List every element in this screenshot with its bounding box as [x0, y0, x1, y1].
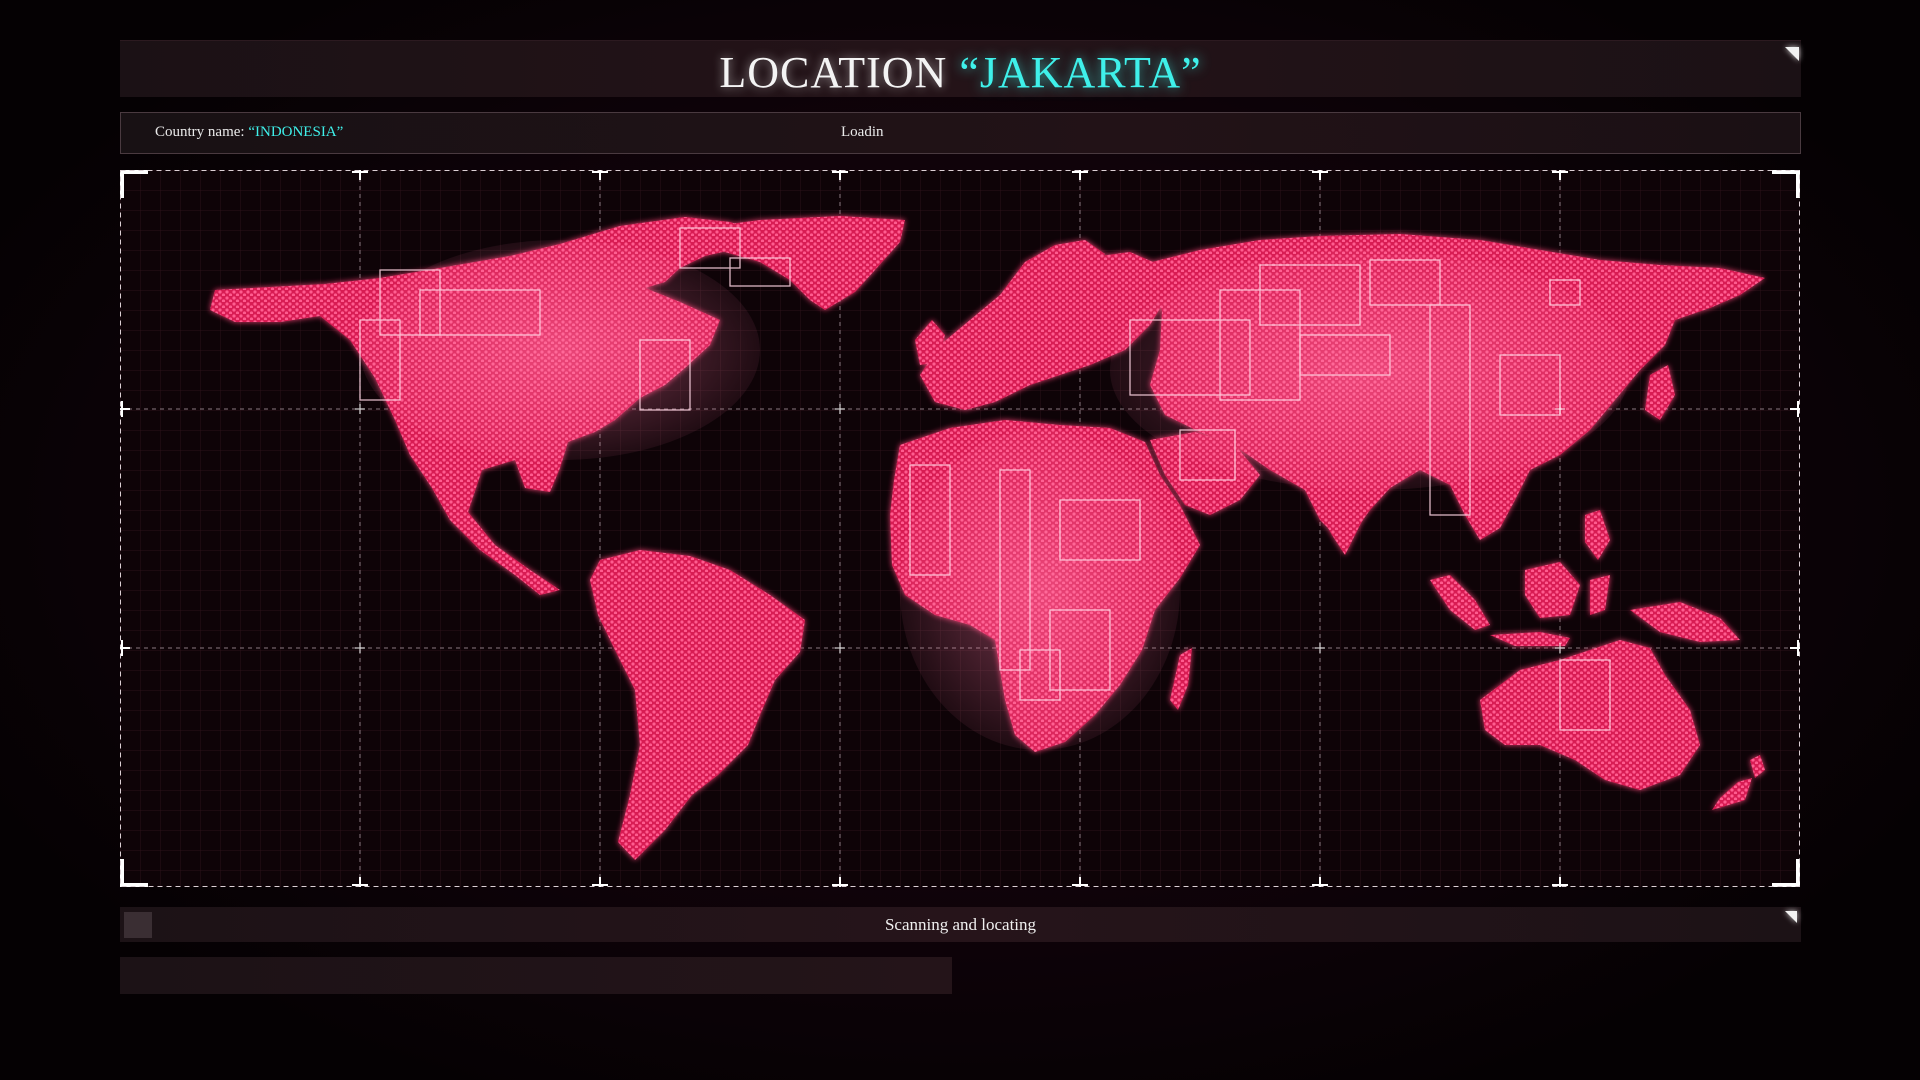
- status-text: Scanning and locating: [884, 915, 1037, 934]
- title-prefix: LOCATION: [719, 48, 960, 97]
- corner-marker-icon: [1785, 911, 1797, 923]
- na-glow: [360, 240, 760, 460]
- progress-bar: [120, 957, 952, 994]
- africa-glow: [900, 430, 1180, 750]
- page-title: LOCATION “JAKARTA”: [120, 47, 1801, 98]
- country-label: Country name:: [155, 124, 249, 140]
- title-location: “JAKARTA”: [959, 48, 1202, 97]
- status-bar: Scanning and locating: [120, 907, 1801, 942]
- corner-marker-icon: [1785, 47, 1799, 61]
- info-bar: Country name: “INDONESIA” Loadin: [120, 112, 1801, 154]
- title-bar: LOCATION “JAKARTA”: [120, 40, 1801, 97]
- country-field: Country name: “INDONESIA”: [155, 124, 343, 141]
- world-map-panel: [120, 170, 1800, 887]
- hud-screen: LOCATION “JAKARTA” Country name: “INDONE…: [0, 0, 1920, 1080]
- country-value: “INDONESIA”: [248, 124, 344, 140]
- loading-text: Loadin: [841, 124, 884, 140]
- world-map: [120, 170, 1800, 887]
